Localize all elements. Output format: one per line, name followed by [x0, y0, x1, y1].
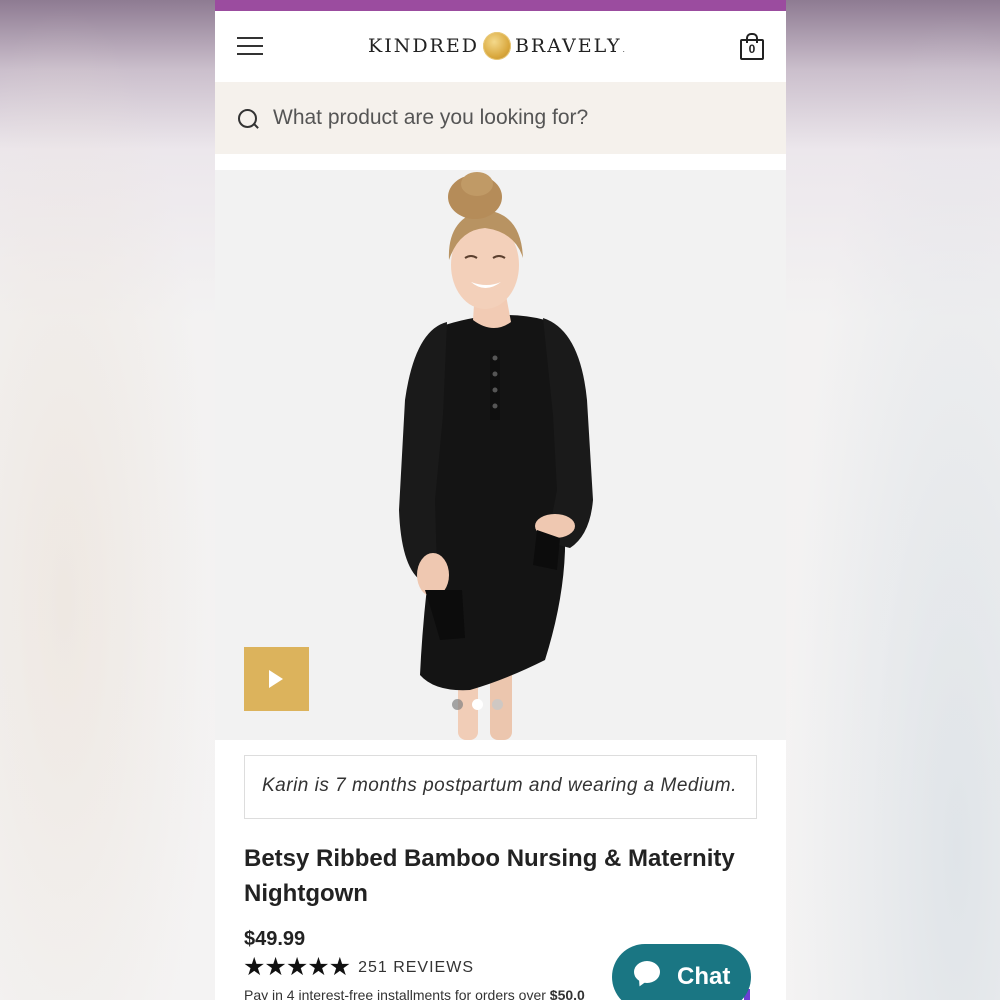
menu-icon[interactable] — [237, 35, 263, 57]
model-info-box: Karin is 7 months postpartum and wearing… — [244, 755, 757, 819]
product-price: $49.99 — [244, 928, 306, 950]
carousel-dot[interactable] — [452, 699, 463, 710]
brand-logo[interactable]: KINDRED BRAVELY . — [368, 31, 625, 61]
installments-note: Pay in 4 interest-free installments for … — [244, 987, 585, 1000]
play-video-button[interactable] — [244, 647, 309, 711]
product-title: Betsy Ribbed Bamboo Nursing & Maternity … — [244, 845, 735, 907]
installments-amount: $50.0 — [549, 987, 585, 1000]
top-accent-stripe — [215, 0, 786, 11]
background-left — [0, 0, 215, 1000]
cart-bag-icon[interactable]: 0 — [740, 33, 764, 60]
chat-button[interactable]: Chat — [612, 944, 751, 1000]
search-bar[interactable]: What product are you looking for? — [215, 82, 786, 154]
product-rating[interactable]: ★★★★★ 251 REVIEWS — [243, 955, 474, 980]
cart-count: 0 — [748, 42, 756, 56]
play-icon — [269, 670, 283, 688]
product-image-gallery[interactable] — [215, 170, 786, 740]
search-input-placeholder[interactable]: What product are you looking for? — [273, 106, 588, 130]
carousel-dot-active[interactable] — [472, 699, 483, 710]
carousel-dots — [452, 699, 503, 710]
logo-word-right: BRAVELY — [514, 35, 622, 57]
search-icon — [238, 109, 259, 129]
logo-word-left: KINDRED — [368, 35, 479, 57]
installments-text: Pay in 4 interest-free installments for … — [244, 987, 550, 1000]
chat-bubble-icon — [634, 961, 664, 989]
background-right — [785, 0, 1000, 1000]
site-header: KINDRED BRAVELY . 0 — [215, 11, 786, 82]
mobile-page: KINDRED BRAVELY . 0 What product are you… — [215, 0, 786, 1000]
star-icon: ★★★★★ — [243, 953, 351, 981]
review-count-link[interactable]: 251 REVIEWS — [358, 959, 474, 977]
logo-mark: . — [622, 45, 625, 54]
logo-seal-icon — [482, 32, 511, 60]
chat-label: Chat — [677, 963, 731, 990]
carousel-dot[interactable] — [492, 699, 503, 710]
model-caption: Karin is 7 months postpartum and wearing… — [262, 775, 737, 796]
